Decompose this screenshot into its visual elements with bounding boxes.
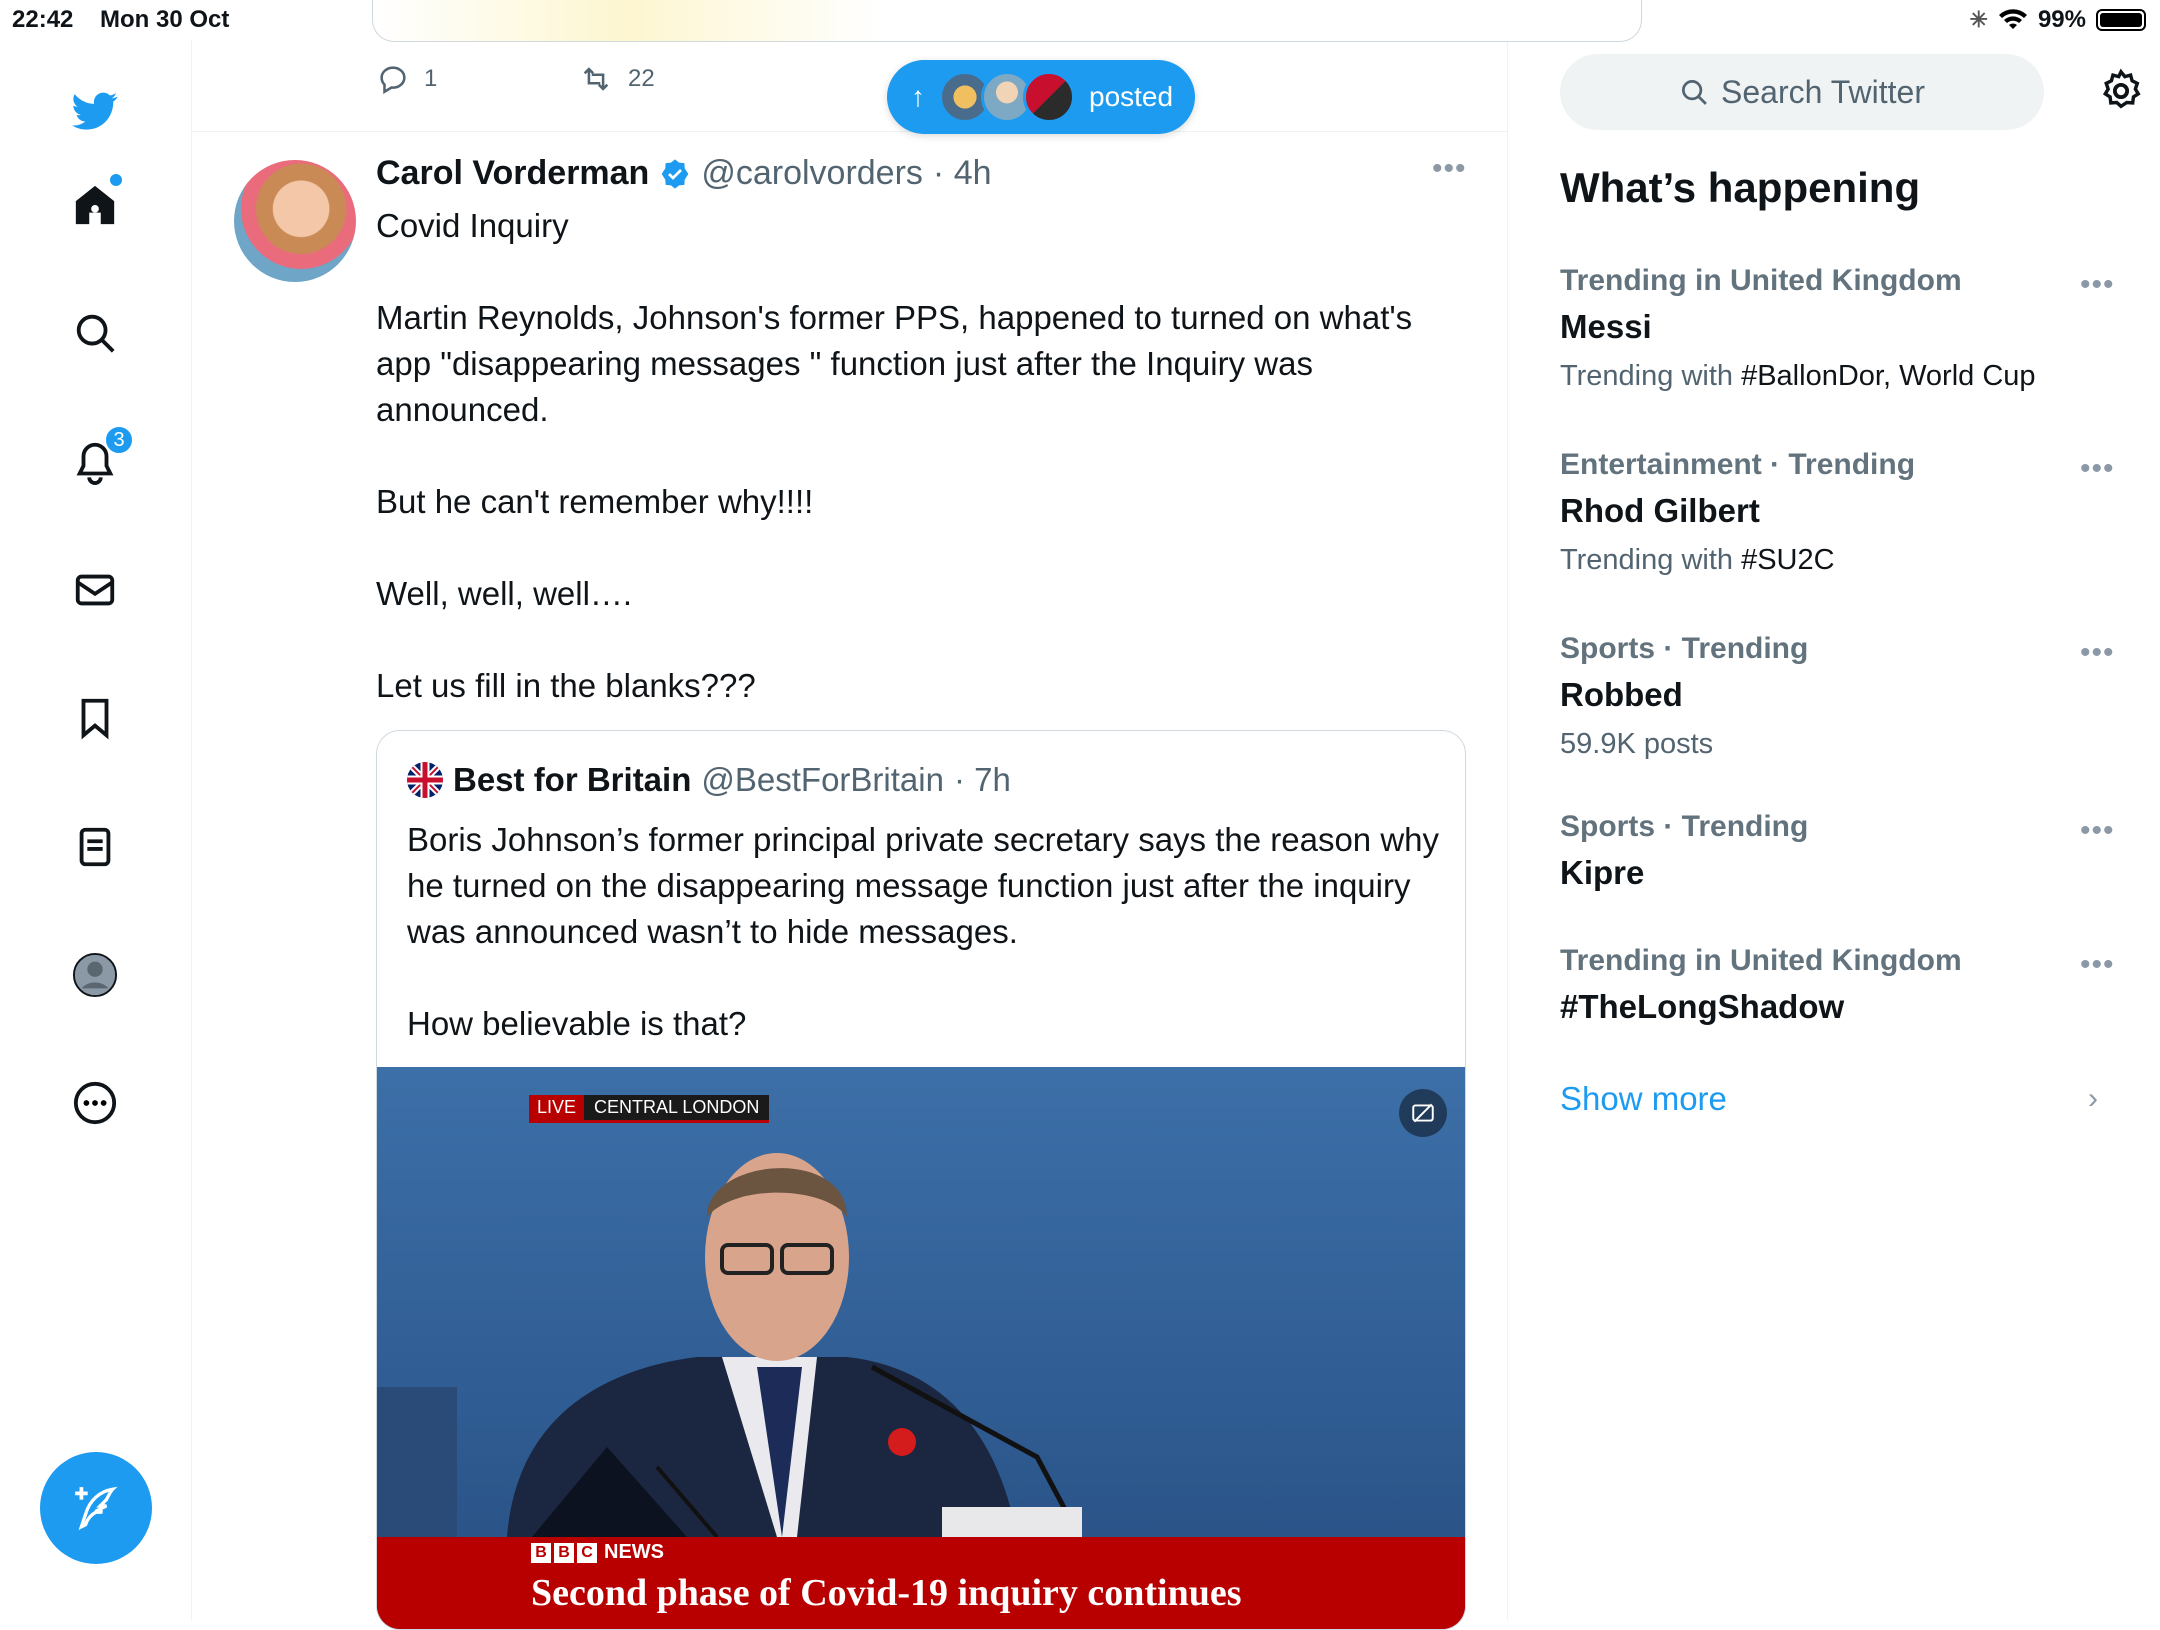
trend-context: Trending in United Kingdom	[1560, 264, 1962, 297]
tweet-author-handle[interactable]: @carolvorders	[701, 154, 923, 193]
nav-home[interactable]	[70, 174, 122, 230]
settings-gear-icon[interactable]	[2098, 68, 2144, 114]
trend-topic: Rhod Gilbert	[1560, 492, 1760, 529]
live-tag: LIVE CENTRAL LONDON	[529, 1095, 770, 1123]
retweet-action[interactable]: 22	[578, 62, 655, 96]
timeline: 1 22 ↑ posted Carol Vorderman @carolvord…	[192, 0, 1642, 1630]
new-posts-pill[interactable]: ↑ posted	[887, 60, 1195, 134]
search-icon	[1682, 80, 1707, 105]
nav-more[interactable]	[70, 1078, 120, 1128]
show-more-link[interactable]: Show more	[1560, 1080, 1727, 1118]
nav-notifications[interactable]: 3	[70, 425, 134, 487]
live-label: LIVE	[529, 1095, 585, 1123]
trend-meta: Trending with #BallonDor, World Cup	[1560, 360, 2036, 392]
compose-tweet-button[interactable]	[40, 1452, 152, 1564]
list-icon	[79, 827, 111, 867]
retweet-icon	[583, 67, 609, 91]
trend-topic: Kipre	[1560, 854, 1645, 891]
quoted-tweet-text: Boris Johnson’s former principal private…	[407, 821, 1440, 1042]
content-warning-icon	[1412, 1103, 1434, 1123]
whats-happening-title: What’s happening	[1560, 164, 1921, 211]
trend-context: Entertainment · Trending	[1560, 448, 1916, 481]
mail-icon	[75, 574, 115, 606]
quoted-tweet-card[interactable]: Best for Britain @BestForBritain · 7h Bo…	[376, 730, 1466, 1630]
trend-context: Trending in United Kingdom	[1560, 944, 1962, 977]
status-time: 22:42	[12, 6, 74, 33]
trend-context: Sports · Trending	[1560, 810, 1809, 843]
more-circle-icon	[73, 1081, 117, 1125]
chevron-right-icon: ›	[2088, 1082, 2098, 1115]
tweet-author-name[interactable]: Carol Vorderman	[376, 154, 649, 193]
trend-more-icon[interactable]: •••	[2080, 452, 2115, 486]
posted-label: posted	[1089, 81, 1174, 112]
verified-badge-icon	[661, 158, 689, 189]
tweet-more-icon[interactable]: •••	[1432, 152, 1467, 186]
bookmark-icon	[81, 698, 109, 740]
previous-tweet-actions: 1 22	[192, 40, 1508, 132]
trend-item[interactable]: Sports · Trending Kipre	[1560, 810, 2120, 892]
nav-messages[interactable]	[70, 565, 120, 615]
trend-more-icon[interactable]: •••	[2080, 636, 2115, 670]
search-input[interactable]: Search Twitter	[1560, 54, 2044, 130]
media-settings-button[interactable]	[1399, 1089, 1447, 1137]
home-unread-dot	[110, 174, 122, 186]
arrow-up-icon: ↑	[911, 81, 925, 112]
news-headline: Second phase of Covid-19 inquiry continu…	[531, 1572, 1242, 1614]
compose-feather-icon	[75, 1486, 118, 1531]
quoted-author-handle: @BestForBritain	[701, 761, 944, 798]
avatar	[1023, 71, 1075, 123]
sidebar-nav: 3	[0, 40, 192, 1620]
profile-avatar-icon	[72, 952, 118, 998]
quoted-author-name: Best for Britain	[453, 761, 692, 798]
nav-lists[interactable]	[70, 822, 120, 872]
trend-meta: 59.9K posts	[1560, 728, 1714, 760]
quoted-tweet-header: Best for Britain @BestForBritain · 7h	[407, 761, 1011, 799]
retweet-count: 22	[628, 65, 655, 92]
bbc-news-banner: B B C NEWS Second phase of Covid-19 inqu…	[377, 1537, 1465, 1629]
trend-topic: Robbed	[1560, 676, 1683, 713]
tweet-text: Covid Inquiry Martin Reynolds, Johnson's…	[376, 207, 1413, 704]
trend-more-icon[interactable]: •••	[2080, 268, 2115, 302]
reply-count: 1	[424, 65, 438, 92]
reply-action[interactable]: 1	[376, 62, 437, 96]
trend-more-icon[interactable]: •••	[2080, 814, 2115, 848]
news-label: NEWS	[604, 1541, 664, 1563]
trend-item[interactable]: Trending in United Kingdom Messi Trendin…	[1560, 264, 2120, 393]
quoted-tweet-media[interactable]: LIVE CENTRAL LONDON B B C NEWS Second ph…	[377, 1067, 1465, 1629]
tweet-time[interactable]: · 4h	[933, 154, 992, 193]
home-icon	[75, 185, 115, 225]
quoted-tweet-time: · 7h	[953, 761, 1011, 798]
bbc-news-logo: B B C NEWS	[531, 1541, 664, 1564]
right-column: Search Twitter What’s happening Trending…	[1508, 0, 2160, 1620]
tweet-author-avatar[interactable]	[234, 160, 356, 282]
trend-item[interactable]: Trending in United Kingdom #TheLongShado…	[1560, 944, 2120, 1026]
location-label: CENTRAL LONDON	[584, 1095, 770, 1123]
nav-profile[interactable]	[70, 950, 120, 1000]
trend-topic: #TheLongShadow	[1560, 988, 1845, 1025]
reply-icon	[380, 66, 406, 95]
search-placeholder: Search Twitter	[1721, 73, 1925, 110]
search-icon	[76, 314, 115, 353]
trend-topic: Messi	[1560, 308, 1652, 345]
trend-item[interactable]: Sports · Trending Robbed 59.9K posts	[1560, 632, 2120, 761]
nav-bookmarks[interactable]	[70, 693, 120, 743]
twitter-logo-icon[interactable]	[70, 86, 120, 136]
trend-item[interactable]: Entertainment · Trending Rhod Gilbert Tr…	[1560, 448, 2120, 577]
nav-explore[interactable]	[70, 308, 120, 358]
trend-more-icon[interactable]: •••	[2080, 948, 2115, 982]
union-jack-avatar-icon	[407, 762, 443, 798]
trend-context: Sports · Trending	[1560, 632, 1809, 665]
tweet-header: Carol Vorderman @carolvorders · 4h	[376, 154, 992, 193]
notification-badge: 3	[104, 425, 134, 455]
previous-tweet-card-edge	[372, 0, 1642, 42]
trend-meta: Trending with #SU2C	[1560, 544, 1835, 576]
